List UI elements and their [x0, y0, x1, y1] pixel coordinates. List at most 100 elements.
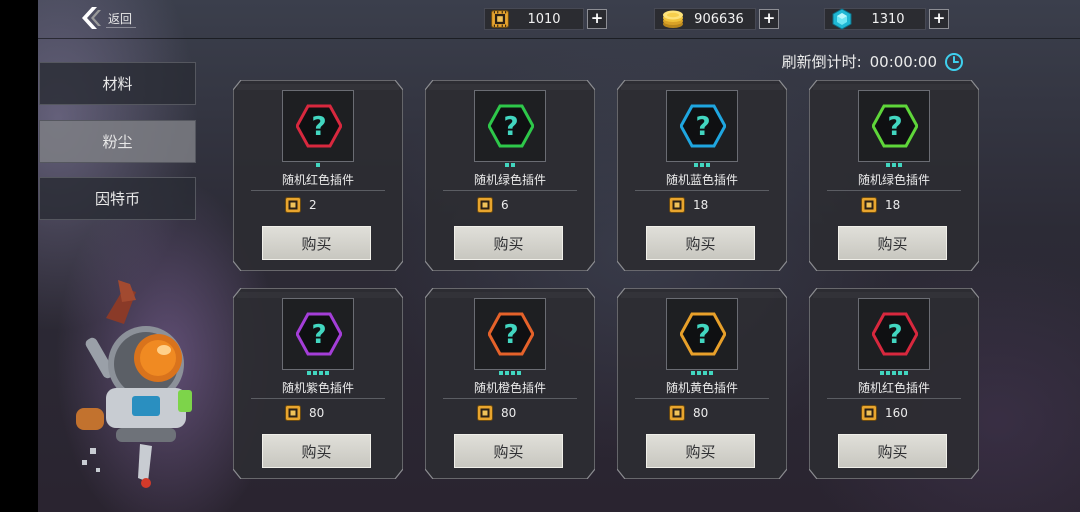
mystery-plugin-icon: ?: [680, 312, 726, 356]
price-value: 80: [501, 406, 517, 420]
shop-item-card: ? 随机红色插件 2 购买: [233, 80, 403, 271]
rarity-dot: [706, 163, 710, 167]
price-value: 80: [693, 406, 709, 420]
item-name: 随机红色插件: [857, 381, 930, 395]
buy-button[interactable]: 购买: [454, 434, 563, 468]
gold-currency-box: 906636: [654, 8, 756, 30]
add-gold-button[interactable]: +: [759, 9, 779, 29]
rarity-dot: [316, 163, 320, 167]
rarity-dot: [886, 163, 890, 167]
mystery-plugin-icon: ?: [488, 312, 534, 356]
buy-button[interactable]: 购买: [838, 434, 947, 468]
rarity-dot: [511, 371, 515, 375]
rarity-dot: [892, 371, 896, 375]
tab-intercoin[interactable]: 因特币: [39, 177, 196, 220]
chip-currency-box: 1010: [484, 8, 584, 30]
chip-icon: [477, 405, 493, 421]
tab-dust[interactable]: 粉尘: [39, 120, 196, 163]
item-name: 随机黄色插件: [665, 381, 738, 395]
rarity-dot: [511, 163, 515, 167]
rarity-dot: [691, 371, 695, 375]
chip-icon: [285, 405, 301, 421]
rarity-dot: [892, 163, 896, 167]
item-name: 随机橙色插件: [473, 381, 546, 395]
clock-icon: [945, 52, 963, 71]
chip-icon: [861, 197, 877, 213]
item-name: 随机绿色插件: [857, 173, 930, 187]
chip-icon: [491, 10, 509, 28]
top-bar-divider: [38, 38, 1080, 39]
card-divider: [827, 190, 961, 191]
svg-text:?: ?: [887, 112, 902, 142]
item-price: 18: [861, 197, 900, 213]
item-name: 随机红色插件: [281, 173, 354, 187]
chip-icon: [861, 405, 877, 421]
card-divider: [251, 190, 385, 191]
gold-currency-value: 906636: [694, 11, 744, 27]
countdown-label: 刷新倒计时:: [781, 53, 862, 71]
svg-text:?: ?: [887, 320, 902, 350]
item-price: 80: [285, 405, 324, 421]
rarity-dot: [517, 371, 521, 375]
card-divider: [443, 190, 577, 191]
item-name: 随机绿色插件: [473, 173, 546, 187]
svg-text:?: ?: [695, 112, 710, 142]
refresh-countdown: 刷新倒计时: 00:00:00: [782, 51, 964, 72]
back-underline: [106, 27, 136, 28]
rarity-dots: [617, 163, 787, 167]
gem-currency-box: 1310: [824, 8, 926, 30]
rarity-dot: [325, 371, 329, 375]
buy-button[interactable]: 购买: [838, 226, 947, 260]
buy-button[interactable]: 购买: [262, 434, 371, 468]
rarity-dot: [697, 371, 701, 375]
item-name: 随机蓝色插件: [665, 173, 738, 187]
svg-text:?: ?: [311, 320, 326, 350]
rarity-dot: [700, 163, 704, 167]
price-value: 2: [309, 198, 317, 212]
item-price: 2: [285, 197, 317, 213]
countdown-value: 00:00:00: [869, 52, 937, 71]
rarity-dot: [313, 371, 317, 375]
buy-button[interactable]: 购买: [454, 226, 563, 260]
shop-item-card: ? 随机黄色插件 80 购买: [617, 288, 787, 479]
add-chip-button[interactable]: +: [587, 9, 607, 29]
gem-currency-value: 1310: [871, 11, 905, 27]
rarity-dot: [880, 371, 884, 375]
buy-button[interactable]: 购买: [646, 434, 755, 468]
tab-materials[interactable]: 材料: [39, 62, 196, 105]
buy-button[interactable]: 购买: [646, 226, 755, 260]
rarity-dot: [709, 371, 713, 375]
chip-icon: [669, 405, 685, 421]
rarity-dot: [703, 371, 707, 375]
mystery-plugin-icon: ?: [872, 312, 918, 356]
rarity-dot: [505, 163, 509, 167]
item-icon-box: ?: [282, 298, 354, 370]
mystery-plugin-icon: ?: [296, 104, 342, 148]
rarity-dot: [307, 371, 311, 375]
back-label: 返回: [108, 11, 133, 26]
shop-item-card: ? 随机橙色插件 80 购买: [425, 288, 595, 479]
gem-currency: 1310 +: [824, 7, 949, 31]
card-divider: [635, 190, 769, 191]
rarity-dots: [425, 163, 595, 167]
buy-button[interactable]: 购买: [262, 226, 371, 260]
chip-icon: [669, 197, 685, 213]
price-value: 6: [501, 198, 509, 212]
item-price: 160: [861, 405, 908, 421]
shop-item-card: ? 随机绿色插件 6 购买: [425, 80, 595, 271]
price-value: 80: [309, 406, 325, 420]
mystery-plugin-icon: ?: [872, 104, 918, 148]
item-icon-box: ?: [282, 90, 354, 162]
add-gem-button[interactable]: +: [929, 9, 949, 29]
rarity-dots: [809, 163, 979, 167]
rarity-dot: [886, 371, 890, 375]
item-price: 80: [669, 405, 708, 421]
mystery-plugin-icon: ?: [488, 104, 534, 148]
shop-item-card: ? 随机紫色插件 80 购买: [233, 288, 403, 479]
item-icon-box: ?: [474, 298, 546, 370]
back-chevron-icon: [82, 7, 101, 29]
card-divider: [443, 398, 577, 399]
price-value: 18: [885, 198, 901, 212]
rarity-dot: [898, 163, 902, 167]
rarity-dots: [425, 371, 595, 375]
